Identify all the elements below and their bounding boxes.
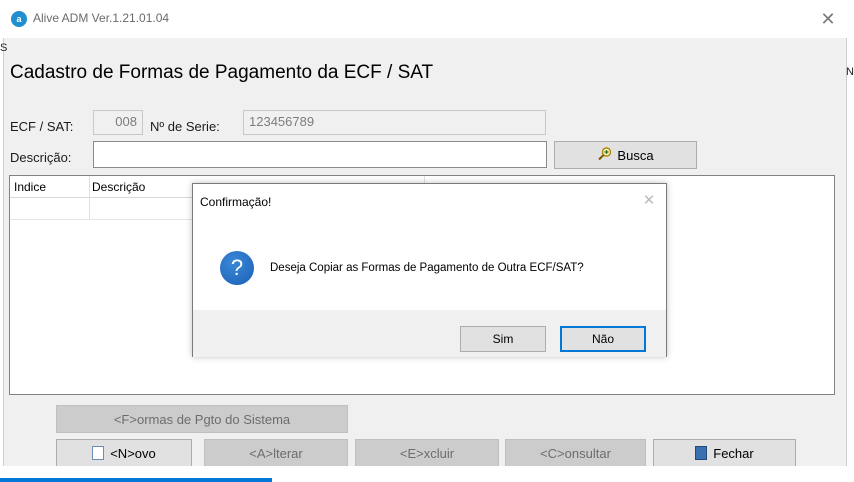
page-title: Cadastro de Formas de Pagamento da ECF /… bbox=[10, 62, 434, 83]
close-icon[interactable]: ✕ bbox=[816, 7, 840, 31]
formas-sistema-button[interactable]: <F>ormas de Pgto do Sistema bbox=[56, 405, 348, 433]
title-bar: a Alive ADM Ver.1.21.01.04 ✕ bbox=[0, 0, 854, 38]
sim-button[interactable]: Sim bbox=[460, 326, 546, 352]
descricao-input[interactable] bbox=[93, 141, 547, 168]
column-header-descricao[interactable]: Descrição bbox=[92, 180, 145, 194]
excluir-button[interactable]: <E>xcluir bbox=[355, 439, 499, 467]
fechar-button[interactable]: Fechar bbox=[653, 439, 796, 467]
background-edge-text: N bbox=[846, 66, 854, 78]
ecf-sat-field: 008 bbox=[93, 110, 143, 135]
dialog-message: Deseja Copiar as Formas de Pagamento de … bbox=[270, 262, 584, 274]
ecf-sat-label: ECF / SAT: bbox=[10, 119, 74, 134]
nao-button[interactable]: Não bbox=[560, 326, 646, 352]
window-title: Alive ADM Ver.1.21.01.04 bbox=[33, 11, 170, 25]
serie-label: Nº de Serie: bbox=[150, 119, 220, 134]
alterar-button[interactable]: <A>lterar bbox=[204, 439, 348, 467]
app-logo-icon: a bbox=[11, 11, 27, 27]
background-window-edge-right bbox=[846, 38, 854, 466]
exit-door-icon bbox=[695, 446, 708, 460]
new-document-icon bbox=[92, 446, 105, 460]
taskbar-accent bbox=[0, 478, 272, 482]
busca-button-label: Busca bbox=[617, 147, 654, 163]
novo-button[interactable]: <N>ovo bbox=[56, 439, 192, 467]
serie-field: 123456789 bbox=[243, 110, 546, 135]
magnifier-plus-icon bbox=[597, 146, 613, 165]
novo-button-label: <N>ovo bbox=[110, 445, 156, 461]
consultar-button[interactable]: <C>onsultar bbox=[505, 439, 646, 467]
question-icon: ? bbox=[220, 251, 254, 285]
fechar-button-label: Fechar bbox=[713, 445, 754, 461]
background-window-edge-left bbox=[0, 38, 4, 466]
dialog-close-icon[interactable]: ✕ bbox=[639, 191, 659, 211]
column-header-indice[interactable]: Indice bbox=[14, 180, 46, 194]
background-edge-text: S bbox=[0, 42, 8, 54]
confirmation-dialog: Confirmação! ✕ ? Deseja Copiar as Formas… bbox=[192, 183, 667, 357]
descricao-label: Descrição: bbox=[10, 150, 72, 165]
dialog-title: Confirmação! bbox=[200, 195, 272, 209]
busca-button[interactable]: Busca bbox=[554, 141, 697, 169]
